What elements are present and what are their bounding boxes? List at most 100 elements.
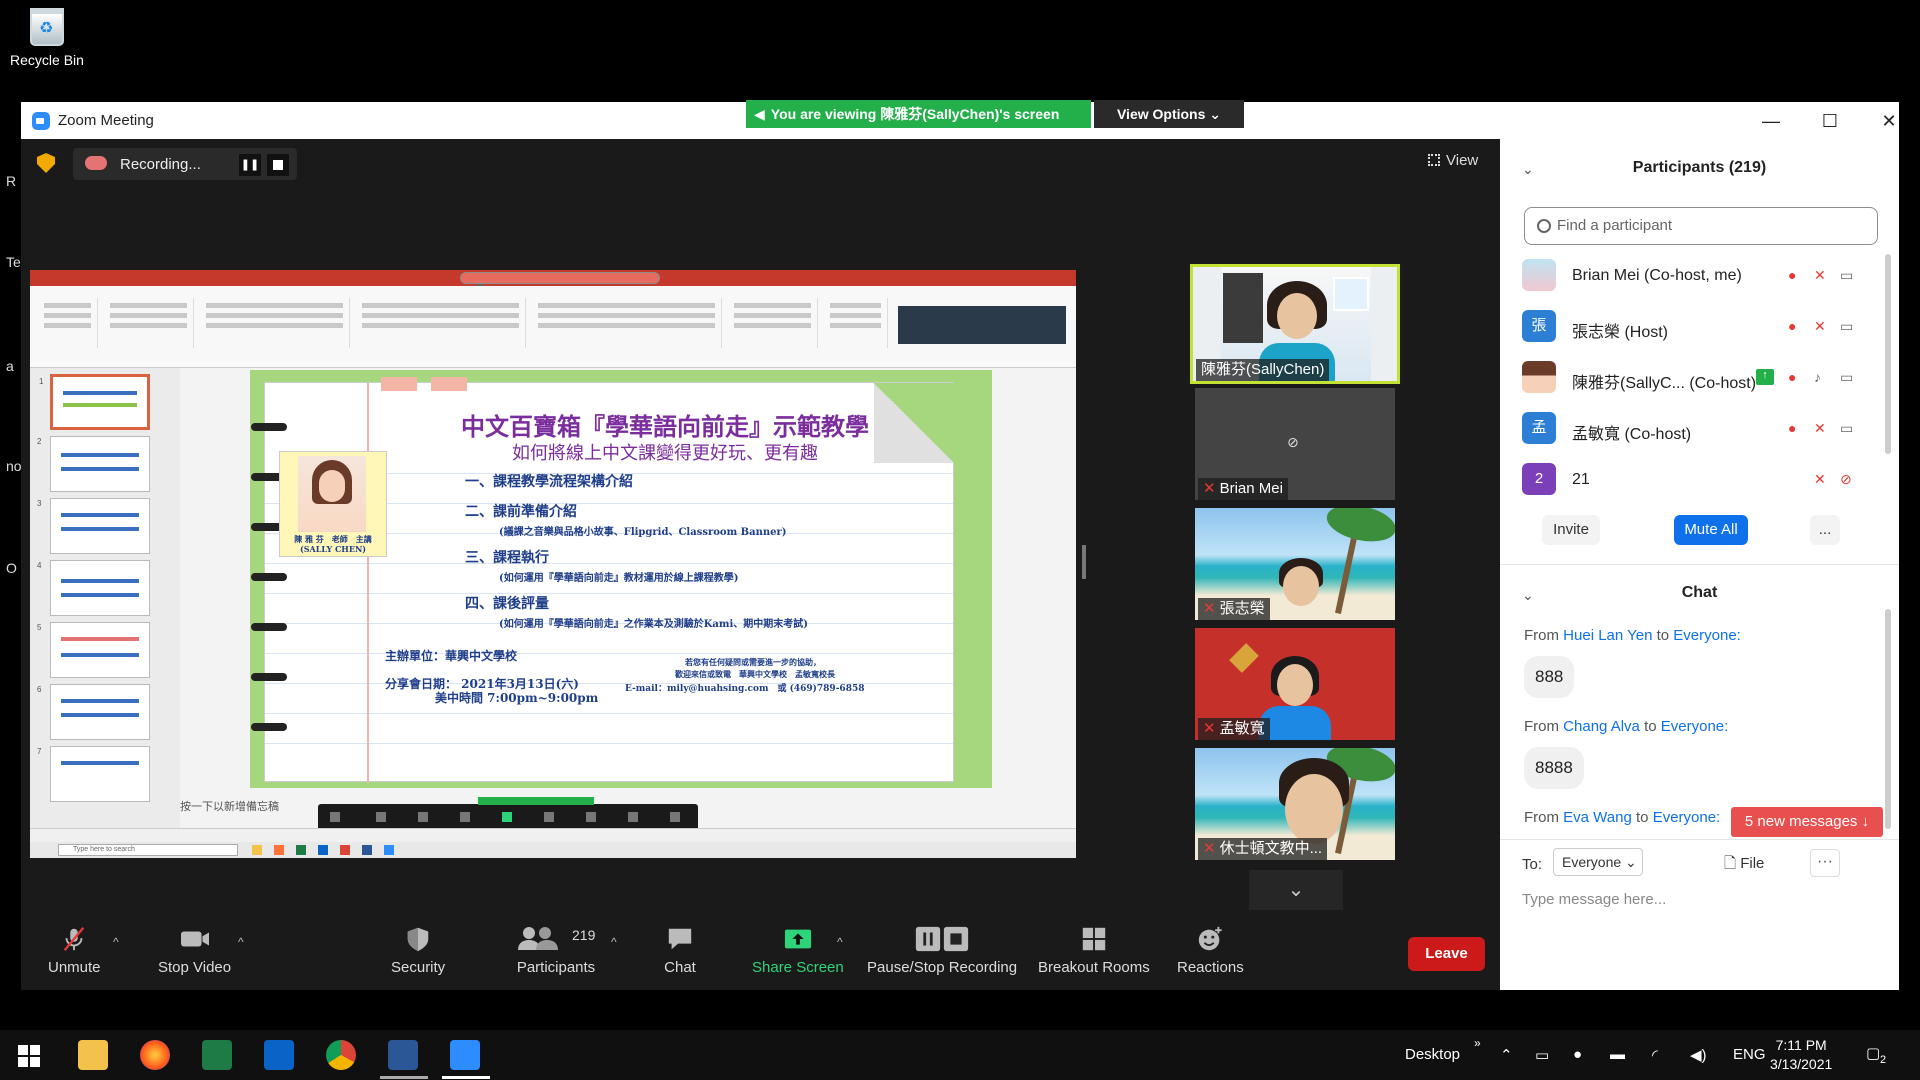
battery-icon[interactable]: ▬ (1610, 1046, 1625, 1063)
ppt-dark-panel (898, 306, 1066, 344)
language-indicator[interactable]: ENG (1733, 1046, 1766, 1063)
participant-row[interactable]: 孟 孟敏寬 (Co-host) ● ✕ ▭ (1522, 408, 1882, 448)
chat-sender[interactable]: Huei Lan Yen (1563, 627, 1652, 644)
video-off-icon[interactable]: ⊘ (1840, 471, 1852, 488)
desktop-text-fragment: no (6, 458, 22, 474)
chat-message-input[interactable]: Type message here... (1522, 891, 1666, 908)
slide-item: 二、課前準備介紹 (465, 504, 577, 520)
zoom-app-icon[interactable] (450, 1040, 480, 1070)
windows-taskbar: Desktop » ⌃ ▭ ● ▬ ◜ ◀) ENG 7:11 PM 3/13/… (0, 1030, 1920, 1080)
chat-scrollbar[interactable] (1885, 609, 1891, 829)
breakout-rooms-button[interactable]: Breakout Rooms (1038, 925, 1150, 976)
video-tile[interactable]: ⊘ ✕ Brian Mei (1195, 388, 1395, 500)
recipient-select[interactable]: Everyone ⌄ (1553, 848, 1643, 876)
chat-sender[interactable]: Chang Alva (1563, 718, 1640, 735)
invite-button[interactable]: Invite (1542, 515, 1600, 545)
video-camera-icon[interactable]: ▭ (1840, 318, 1853, 335)
recipient-value: Everyone (1562, 854, 1622, 870)
view-options-label: View Options (1116, 106, 1206, 122)
participant-row[interactable]: 張 張志榮 (Host) ● ✕ ▭ (1522, 306, 1882, 346)
share-screen-button[interactable]: Share Screen (752, 925, 844, 976)
chat-sender[interactable]: Eva Wang (1563, 809, 1632, 826)
unmute-button[interactable]: Unmute (48, 925, 101, 976)
reactions-button[interactable]: Reactions (1177, 925, 1244, 976)
notifications-icon[interactable]: ▢ (1866, 1044, 1880, 1062)
participants-options-caret[interactable]: ^ (611, 935, 617, 949)
mute-all-button[interactable]: Mute All (1674, 515, 1748, 545)
clock[interactable]: 7:11 PM 3/13/2021 (1770, 1036, 1832, 1074)
file-button[interactable]: 🗋 File (1724, 853, 1764, 878)
stop-recording-button[interactable] (267, 154, 289, 176)
audio-options-caret[interactable]: ^ (113, 935, 119, 949)
share-options-caret[interactable]: ^ (837, 935, 843, 949)
chat-button[interactable]: Chat (664, 925, 696, 976)
video-options-caret[interactable]: ^ (238, 935, 244, 949)
mic-icon[interactable]: ♪ (1814, 369, 1821, 385)
video-camera-icon[interactable]: ▭ (1840, 267, 1853, 284)
ppt-title-bar (30, 270, 1076, 298)
mic-muted-icon[interactable]: ✕ (1814, 420, 1826, 437)
participant-row[interactable]: 陳雅芬(SallyC... (Co-host) ↑ ● ♪ ▭ (1522, 357, 1882, 397)
maximize-button[interactable]: ☐ (1808, 106, 1852, 136)
view-layout-button[interactable]: View (1428, 152, 1478, 169)
shared-screen[interactable]: 1 2 3 4 5 6 7 中文百寶箱『學華語向前走』示範教學 如何將線上中文課… (30, 270, 1076, 858)
security-button[interactable]: Security (391, 925, 445, 976)
tile-name: 孟敏寬 (1219, 720, 1265, 737)
side-panel: ⌄ Participants (219) Find a participant … (1500, 139, 1899, 990)
desktop-text-fragment: R (6, 173, 17, 189)
chrome-icon[interactable] (326, 1040, 356, 1070)
chat-recipient[interactable]: Everyone: (1661, 718, 1729, 735)
show-hidden-icons-icon[interactable]: ⌃ (1500, 1046, 1513, 1064)
minimize-button[interactable]: — (1749, 106, 1793, 136)
record-icon: ● (1788, 318, 1797, 334)
volume-icon[interactable]: ◀) (1690, 1046, 1707, 1064)
chevron-right-icon[interactable]: » (1474, 1036, 1481, 1050)
desktop-toolbar-label[interactable]: Desktop (1405, 1046, 1460, 1063)
participant-search-input[interactable]: Find a participant (1524, 207, 1878, 245)
video-tile[interactable]: ✕ 張志榮 (1195, 508, 1395, 620)
excel-icon[interactable] (202, 1040, 232, 1070)
new-messages-button[interactable]: 5 new messages ↓ (1731, 807, 1883, 837)
windows-start-icon[interactable] (18, 1045, 40, 1067)
more-videos-button[interactable]: ⌄ (1249, 870, 1343, 910)
splitter-handle[interactable] (1082, 545, 1086, 579)
wifi-icon[interactable]: ◜ (1652, 1046, 1658, 1064)
participant-row[interactable]: 2 21 ✕ ⊘ (1522, 459, 1882, 499)
chat-recipient[interactable]: Everyone: (1653, 809, 1721, 826)
mic-muted-icon[interactable]: ✕ (1814, 318, 1826, 335)
firefox-icon[interactable] (140, 1040, 170, 1070)
recording-indicator: Recording... ❚❚ (73, 148, 297, 180)
ppt-status-bar (30, 828, 1076, 842)
meet-now-icon[interactable]: ▭ (1535, 1046, 1549, 1064)
video-tile[interactable]: 陳雅芬(SallyChen) (1190, 264, 1400, 384)
video-camera-icon[interactable]: ▭ (1840, 369, 1853, 386)
video-tile[interactable]: ✕ 休士頓文教中... (1195, 748, 1395, 860)
mic-muted-icon[interactable]: ✕ (1814, 267, 1826, 284)
recycle-bin[interactable]: Recycle Bin (8, 8, 86, 68)
more-participant-options-button[interactable]: ... (1810, 515, 1840, 545)
mic-muted-icon[interactable]: ✕ (1814, 471, 1826, 488)
participant-row[interactable]: Brian Mei (Co-host, me) ● ✕ ▭ (1522, 255, 1882, 295)
pause-recording-button[interactable]: ❚❚ (239, 154, 261, 176)
participants-scrollbar[interactable] (1885, 254, 1891, 454)
slide-item: 一、課程教學流程架構介紹 (465, 474, 633, 490)
smiley-icon (1199, 926, 1223, 951)
microphone-icon[interactable]: ● (1573, 1046, 1582, 1063)
slide-contact: 歡迎來信或致電 華興中文學校 孟敏寬校長 (675, 669, 835, 679)
participant-name: 21 (1572, 471, 1590, 488)
file-explorer-icon[interactable] (78, 1040, 108, 1070)
chat-recipient[interactable]: Everyone: (1673, 627, 1741, 644)
chat-more-button[interactable]: ··· (1810, 849, 1840, 877)
outlook-icon[interactable] (264, 1040, 294, 1070)
view-options-button[interactable]: View Options ⌄ (1094, 100, 1244, 128)
word-icon[interactable] (388, 1040, 418, 1070)
video-tile[interactable]: ✕ 孟敏寬 (1195, 628, 1395, 740)
leave-button[interactable]: Leave (1408, 937, 1485, 971)
notification-count: 2 (1880, 1054, 1887, 1066)
pause-stop-recording-button[interactable]: Pause/Stop Recording (867, 925, 1017, 976)
close-button[interactable]: ✕ (1867, 106, 1911, 136)
to-label: To: (1522, 856, 1543, 873)
video-camera-icon[interactable]: ▭ (1840, 420, 1853, 437)
stop-video-button[interactable]: Stop Video (158, 925, 231, 976)
participants-button[interactable]: 219 Participants (511, 925, 601, 976)
